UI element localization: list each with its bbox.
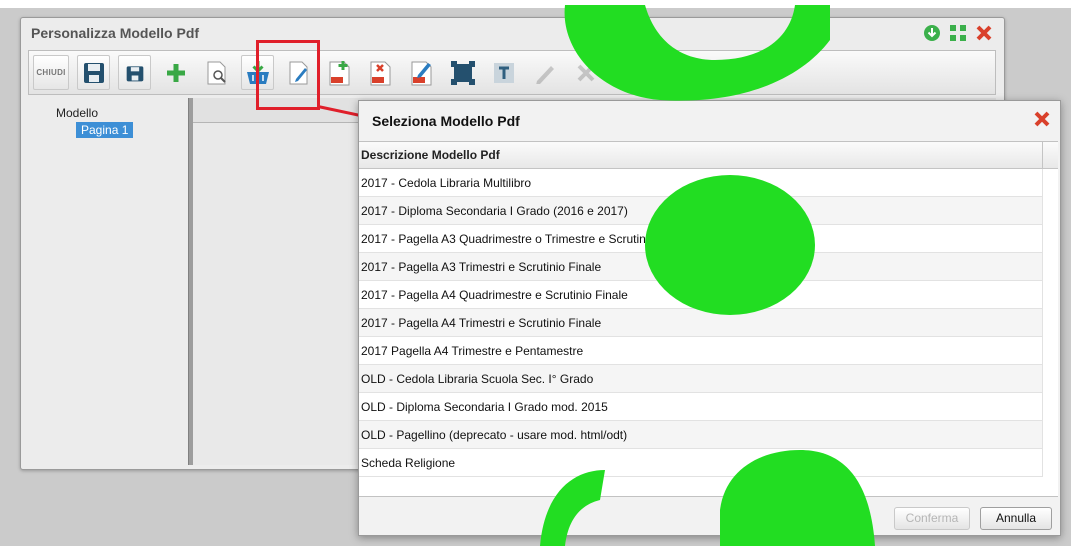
edit-pdf-icon [410,59,434,87]
close-button[interactable]: CHIUDI [33,55,69,90]
table-row[interactable]: OLD - Cedola Libraria Scuola Sec. I° Gra… [359,365,1043,393]
table-row[interactable]: 2017 - Pagella A4 Quadrimestre e Scrutin… [359,281,1043,309]
text-button[interactable] [487,55,520,90]
highlight-box [256,40,320,110]
minimize-icon[interactable] [922,23,942,43]
sort-numeric-icon: 123 [615,59,639,87]
delete-pdf-icon [369,59,393,87]
table-row[interactable]: OLD - Diploma Secondaria I Grado mod. 20… [359,393,1043,421]
tree-root-label: Modello [56,106,99,120]
delete-disabled-icon [575,62,597,84]
model-tree: Modello Pagina 1 [28,98,186,461]
move-up-button[interactable] [733,55,766,90]
toolbar: CHIUDI 1 2 3 [28,50,996,95]
table-row[interactable]: 2017 - Pagella A3 Quadrimestre o Trimest… [359,225,1043,253]
save-icon [82,61,106,85]
table-row[interactable]: OLD - Pagellino (deprecato - usare mod. … [359,421,1043,449]
save-small-icon [125,63,145,83]
pdf-document-icon [656,59,680,87]
table-row[interactable]: 2017 Pagella A4 Trimestre e Pentamestre [359,337,1043,365]
delete-disabled-button[interactable] [569,55,602,90]
search-document-icon [205,60,229,86]
tree-item-selected[interactable]: Pagina 1 [76,122,134,138]
dialog-title: Seleziona Modello Pdf [372,113,520,129]
grid-header-filler [1043,142,1058,169]
window-title: Personalizza Modello Pdf [31,25,200,41]
screen-top-strip [0,0,1071,8]
pdf-button[interactable] [651,55,684,90]
add-pdf-button[interactable] [323,55,356,90]
cancel-button[interactable]: Annulla [980,507,1052,530]
svg-text:3: 3 [617,77,622,86]
table-row[interactable]: 2017 - Diploma Secondaria I Grado (2016 … [359,197,1043,225]
save-as-button[interactable] [118,55,151,90]
table-row[interactable]: 2017 - Cedola Libraria Multilibro [359,169,1043,197]
select-area-button[interactable] [446,55,479,90]
preview-button[interactable] [200,55,233,90]
window-controls [922,23,994,43]
maximize-icon[interactable] [948,23,968,43]
text-icon [493,62,515,84]
table-row[interactable]: 2017 - Pagella A4 Trimestri e Scrutinio … [359,309,1043,337]
table-row[interactable]: 2017 - Pagella A3 Trimestri e Scrutinio … [359,253,1043,281]
document-up-icon [738,59,762,87]
add-pdf-icon [328,59,352,87]
sort-button[interactable]: 123 [610,55,643,90]
grid-rows: 2017 - Cedola Libraria Multilibro 2017 -… [359,169,1058,477]
select-area-icon [450,60,476,86]
delete-pdf-button[interactable] [364,55,397,90]
edit-pdf-button[interactable] [405,55,438,90]
pencil-disabled-icon [534,62,556,84]
table-row[interactable]: Scheda Religione [359,449,1043,477]
edit-disabled-button[interactable] [528,55,561,90]
model-grid: Descrizione Modello Pdf 2017 - Cedola Li… [359,141,1058,497]
document-down-icon [697,59,721,87]
move-down-button[interactable] [692,55,725,90]
save-button[interactable] [77,55,110,90]
add-icon [165,62,187,84]
grid-column-header[interactable]: Descrizione Modello Pdf [359,142,1043,169]
close-icon[interactable] [974,23,994,43]
add-button[interactable] [159,55,192,90]
select-model-dialog: Seleziona Modello Pdf Descrizione Modell… [358,100,1061,536]
confirm-button[interactable]: Conferma [894,507,970,530]
dialog-close-icon[interactable] [1032,109,1052,129]
